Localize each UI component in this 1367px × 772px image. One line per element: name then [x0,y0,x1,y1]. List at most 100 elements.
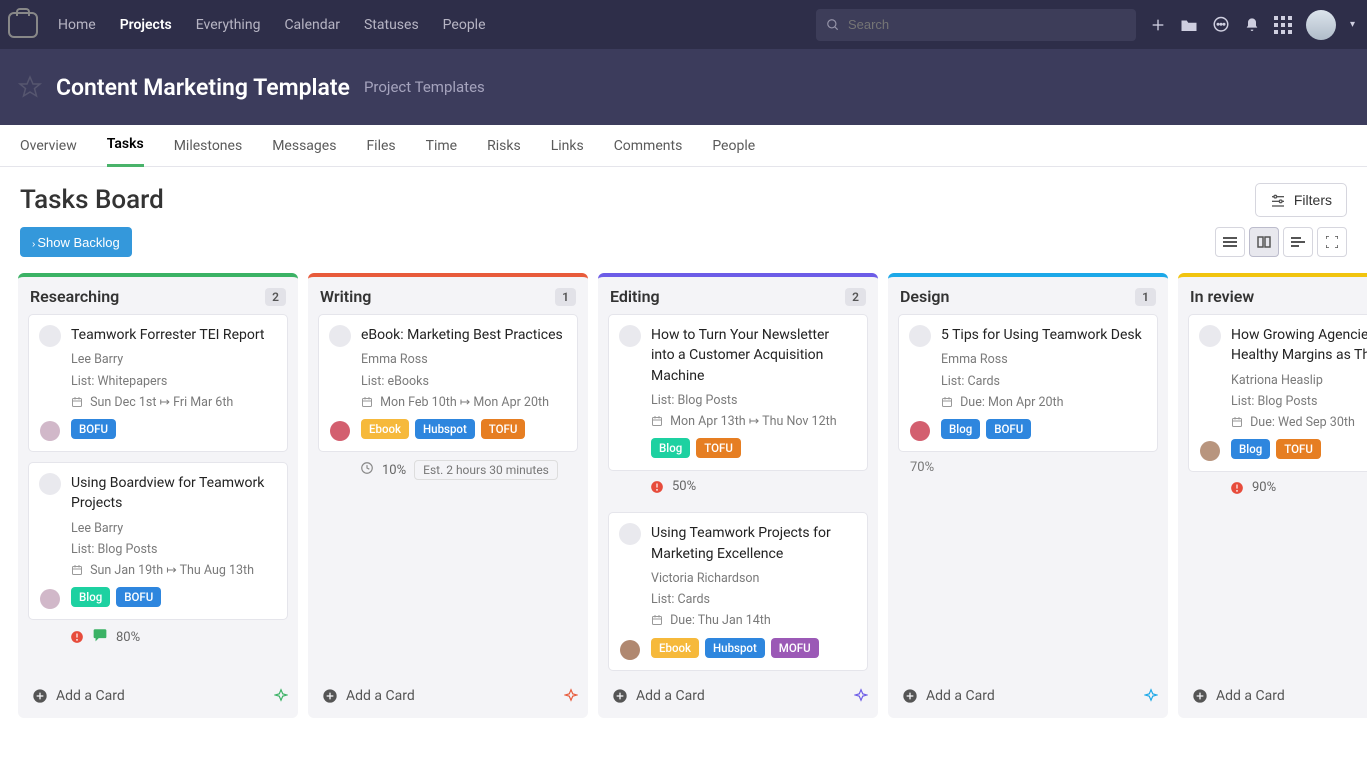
view-compact-button[interactable] [1283,227,1313,257]
task-card[interactable]: Using Teamwork Projects for Marketing Ex… [608,512,868,670]
tab-people[interactable]: People [712,125,755,167]
chat-icon[interactable] [1212,16,1230,34]
complete-toggle[interactable] [619,325,641,347]
tag[interactable]: Hubspot [415,419,475,439]
user-avatar[interactable] [1306,10,1336,40]
column-researching: Researching2Teamwork Forrester TEI Repor… [18,273,298,718]
trigger-icon[interactable] [1144,688,1158,702]
card-assignee: Lee Barry [71,349,275,370]
card-list: List: Cards [941,371,1145,392]
app-logo-icon[interactable] [8,12,38,38]
search-input[interactable] [848,17,1126,32]
plus-circle-icon [1192,688,1208,704]
assignee-avatar[interactable] [910,421,930,441]
card-estimate: Est. 2 hours 30 minutes [414,460,558,480]
card-assignee: Emma Ross [941,349,1145,370]
sliders-icon [1270,193,1286,207]
card-tags: Blog BOFU [941,419,1145,439]
task-card[interactable]: How Growing Agencies Maintain Healthy Ma… [1188,314,1367,472]
card-assignee: Katriona Heaslip [1231,370,1367,391]
nav-link-people[interactable]: People [443,17,486,33]
task-card[interactable]: Using Boardview for Teamwork ProjectsLee… [28,462,288,620]
trigger-icon[interactable] [854,688,868,702]
complete-toggle[interactable] [619,523,641,545]
tab-time[interactable]: Time [426,125,457,167]
project-title: Content Marketing Template [56,74,350,101]
column-in-review: In review How Growing Agencies Maintain H… [1178,273,1367,718]
tab-milestones[interactable]: Milestones [174,125,243,167]
tab-messages[interactable]: Messages [272,125,336,167]
add-card-button[interactable]: Add a Card [598,674,878,718]
project-subtitle[interactable]: Project Templates [364,78,485,96]
bell-icon[interactable] [1244,16,1260,34]
filters-button[interactable]: Filters [1255,183,1347,217]
nav-link-projects[interactable]: Projects [120,17,172,33]
card-tags: Blog TOFU [1231,439,1367,459]
assignee-avatar[interactable] [40,421,60,441]
column-title: In review [1190,287,1254,306]
task-card[interactable]: Teamwork Forrester TEI ReportLee BarryLi… [28,314,288,452]
tag[interactable]: Blog [941,419,980,439]
folder-icon[interactable] [1180,17,1198,33]
nav-link-home[interactable]: Home [58,17,96,33]
card-assignee: Emma Ross [361,349,565,370]
card-tags: Blog BOFU [71,587,275,607]
show-backlog-button[interactable]: ›Show Backlog [20,227,132,257]
tab-comments[interactable]: Comments [614,125,683,167]
tag[interactable]: BOFU [986,419,1031,439]
add-card-button[interactable]: Add a Card [18,674,298,718]
assignee-avatar[interactable] [1200,441,1220,461]
tag[interactable]: Ebook [361,419,409,439]
trigger-icon[interactable] [564,688,578,702]
add-card-label: Add a Card [636,688,705,704]
trigger-icon[interactable] [274,688,288,702]
tag[interactable]: Ebook [651,638,699,658]
view-fullscreen-button[interactable] [1317,227,1347,257]
add-card-button[interactable]: Add a Card [888,674,1168,718]
tag[interactable]: Blog [651,438,690,458]
nav-link-calendar[interactable]: Calendar [284,17,340,33]
complete-toggle[interactable] [329,325,351,347]
tab-tasks[interactable]: Tasks [107,125,144,167]
card-list: List: Cards [651,589,855,610]
assignee-avatar[interactable] [330,421,350,441]
column-title: Writing [320,287,371,306]
star-icon[interactable] [18,75,42,99]
global-search[interactable] [816,9,1136,41]
add-card-button[interactable]: Add a Card [1178,674,1367,718]
task-card[interactable]: 5 Tips for Using Teamwork DeskEmma RossL… [898,314,1158,452]
add-card-label: Add a Card [56,688,125,704]
task-card[interactable]: How to Turn Your Newsletter into a Custo… [608,314,868,471]
nav-link-statuses[interactable]: Statuses [364,17,419,33]
tab-overview[interactable]: Overview [20,125,77,167]
tab-links[interactable]: Links [551,125,584,167]
tag[interactable]: TOFU [1276,439,1321,459]
nav-link-everything[interactable]: Everything [196,17,261,33]
assignee-avatar[interactable] [620,640,640,660]
tag[interactable]: MOFU [771,638,819,658]
tag[interactable]: TOFU [696,438,741,458]
tag[interactable]: BOFU [71,419,116,439]
tag[interactable]: Blog [1231,439,1270,459]
tag[interactable]: Blog [71,587,110,607]
tag[interactable]: TOFU [481,419,526,439]
add-icon[interactable] [1150,17,1166,33]
tag[interactable]: Hubspot [705,638,765,658]
tab-risks[interactable]: Risks [487,125,521,167]
task-card[interactable]: eBook: Marketing Best PracticesEmma Ross… [318,314,578,452]
add-card-button[interactable]: Add a Card [308,674,588,718]
assignee-avatar[interactable] [40,589,60,609]
tab-files[interactable]: Files [366,125,395,167]
view-list-button[interactable] [1215,227,1245,257]
complete-toggle[interactable] [1199,325,1221,347]
tag[interactable]: BOFU [116,587,161,607]
view-board-button[interactable] [1249,227,1279,257]
filters-label: Filters [1294,192,1332,208]
complete-toggle[interactable] [909,325,931,347]
calendar-icon [651,415,663,427]
apps-grid-icon[interactable] [1274,16,1292,34]
complete-toggle[interactable] [39,473,61,495]
column-count: 1 [1135,288,1156,306]
complete-toggle[interactable] [39,325,61,347]
chevron-down-icon[interactable]: ▾ [1350,19,1355,30]
